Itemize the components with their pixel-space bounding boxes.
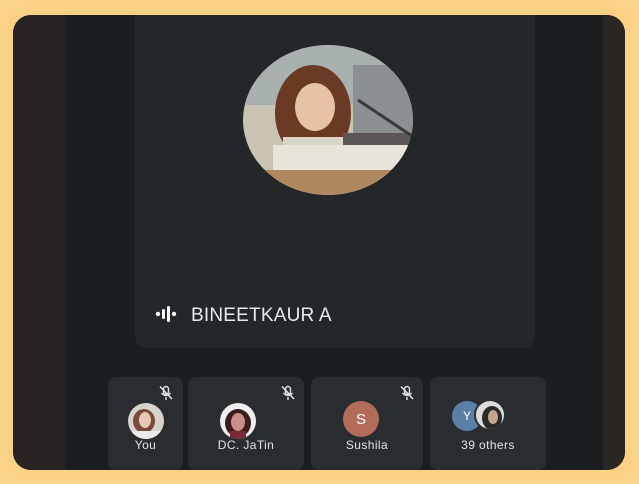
you-avatar (128, 403, 164, 439)
participant-label: DC. JaTin (217, 438, 275, 452)
right-edge (603, 15, 625, 470)
participant-strip: You DC. JaTin S Sushila Y 39 others (108, 377, 604, 470)
participant-label: Sushila (345, 438, 389, 452)
participant-tile-you[interactable]: You (108, 377, 183, 470)
mic-off-icon (159, 385, 173, 400)
speaker-avatar (243, 45, 413, 195)
dc-jatin-avatar (220, 403, 256, 439)
participant-label: 39 others (461, 438, 515, 452)
mic-off-icon (400, 385, 414, 400)
meeting-area: BINEETKAUR A You DC. JaTin S Sushila Y 3… (65, 15, 603, 470)
speaker-name-row: BINEETKAUR A (155, 305, 332, 327)
others-avatar-photo (474, 399, 506, 431)
sushila-avatar: S (343, 401, 379, 437)
mic-off-icon (281, 385, 295, 400)
main-speaker-tile[interactable]: BINEETKAUR A (135, 15, 535, 348)
participant-label: You (134, 438, 157, 452)
left-edge (13, 15, 65, 470)
meeting-screen: BINEETKAUR A You DC. JaTin S Sushila Y 3… (13, 15, 625, 470)
speaker-name: BINEETKAUR A (191, 305, 332, 326)
participant-tile-sushila[interactable]: S Sushila (311, 377, 423, 470)
audio-wave-icon (155, 305, 177, 327)
participant-tile-dc-jatin[interactable]: DC. JaTin (188, 377, 304, 470)
participant-tile-others[interactable]: Y 39 others (430, 377, 546, 470)
